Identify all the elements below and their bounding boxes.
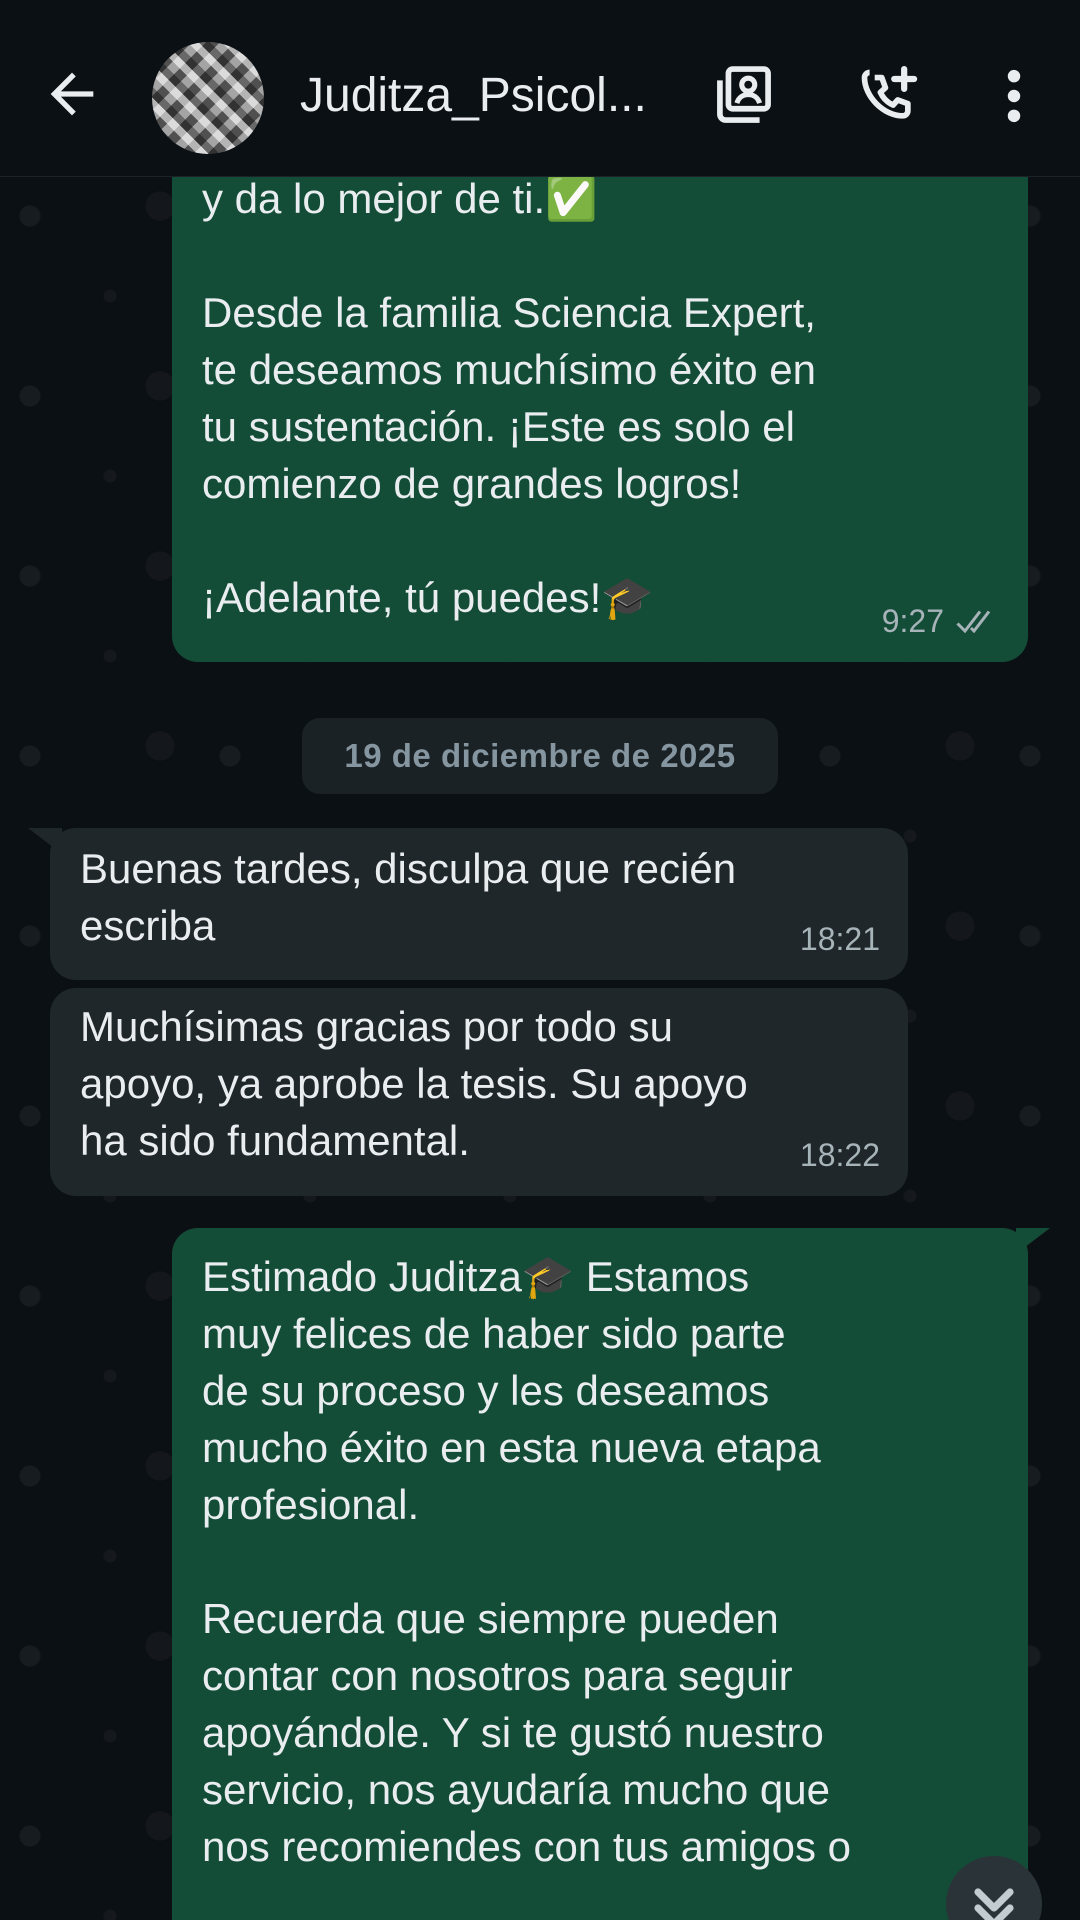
message-text: Muchísimas gracias por todo su apoyo, ya… xyxy=(80,1003,748,1164)
message-meta: 18:21 xyxy=(800,911,880,968)
bubble-tail xyxy=(28,828,62,854)
add-call-icon[interactable] xyxy=(856,62,924,130)
chevron-double-down-icon xyxy=(974,1888,1014,1920)
chat-area[interactable]: y da lo mejor de ti.✅ Desde la familia S… xyxy=(0,176,1080,1920)
date-divider: 19 de diciembre de 2025 xyxy=(302,718,778,794)
more-vert-icon[interactable] xyxy=(990,62,1038,130)
bubble-tail xyxy=(1016,1228,1050,1254)
contacts-icon[interactable] xyxy=(710,62,778,130)
outgoing-message[interactable]: y da lo mejor de ti.✅ Desde la familia S… xyxy=(172,176,1028,662)
message-text: y da lo mejor de ti.✅ Desde la familia S… xyxy=(202,176,816,621)
avatar[interactable] xyxy=(152,42,264,154)
chat-header: Juditza_Psicol... xyxy=(0,0,1080,177)
incoming-message[interactable]: Buenas tardes, disculpa que recién escri… xyxy=(28,828,908,980)
incoming-message[interactable]: Muchísimas gracias por todo su apoyo, ya… xyxy=(50,988,908,1196)
outgoing-message[interactable]: Estimado Juditza🎓 Estamos muy felices de… xyxy=(172,1228,1050,1920)
message-meta: 18:22 xyxy=(800,1127,880,1184)
double-check-icon xyxy=(956,610,991,633)
contact-name[interactable]: Juditza_Psicol... xyxy=(300,64,670,128)
message-time: 18:22 xyxy=(799,1137,880,1173)
message-text: Buenas tardes, disculpa que recién escri… xyxy=(80,845,737,949)
message-time: 9:27 xyxy=(881,603,944,639)
message-text: Estimado Juditza🎓 Estamos muy felices de… xyxy=(202,1253,852,1870)
back-arrow-icon[interactable] xyxy=(40,62,104,126)
message-meta: 9:27 xyxy=(882,593,1000,650)
message-time: 18:21 xyxy=(799,921,880,957)
scroll-to-bottom-button[interactable] xyxy=(946,1856,1042,1920)
